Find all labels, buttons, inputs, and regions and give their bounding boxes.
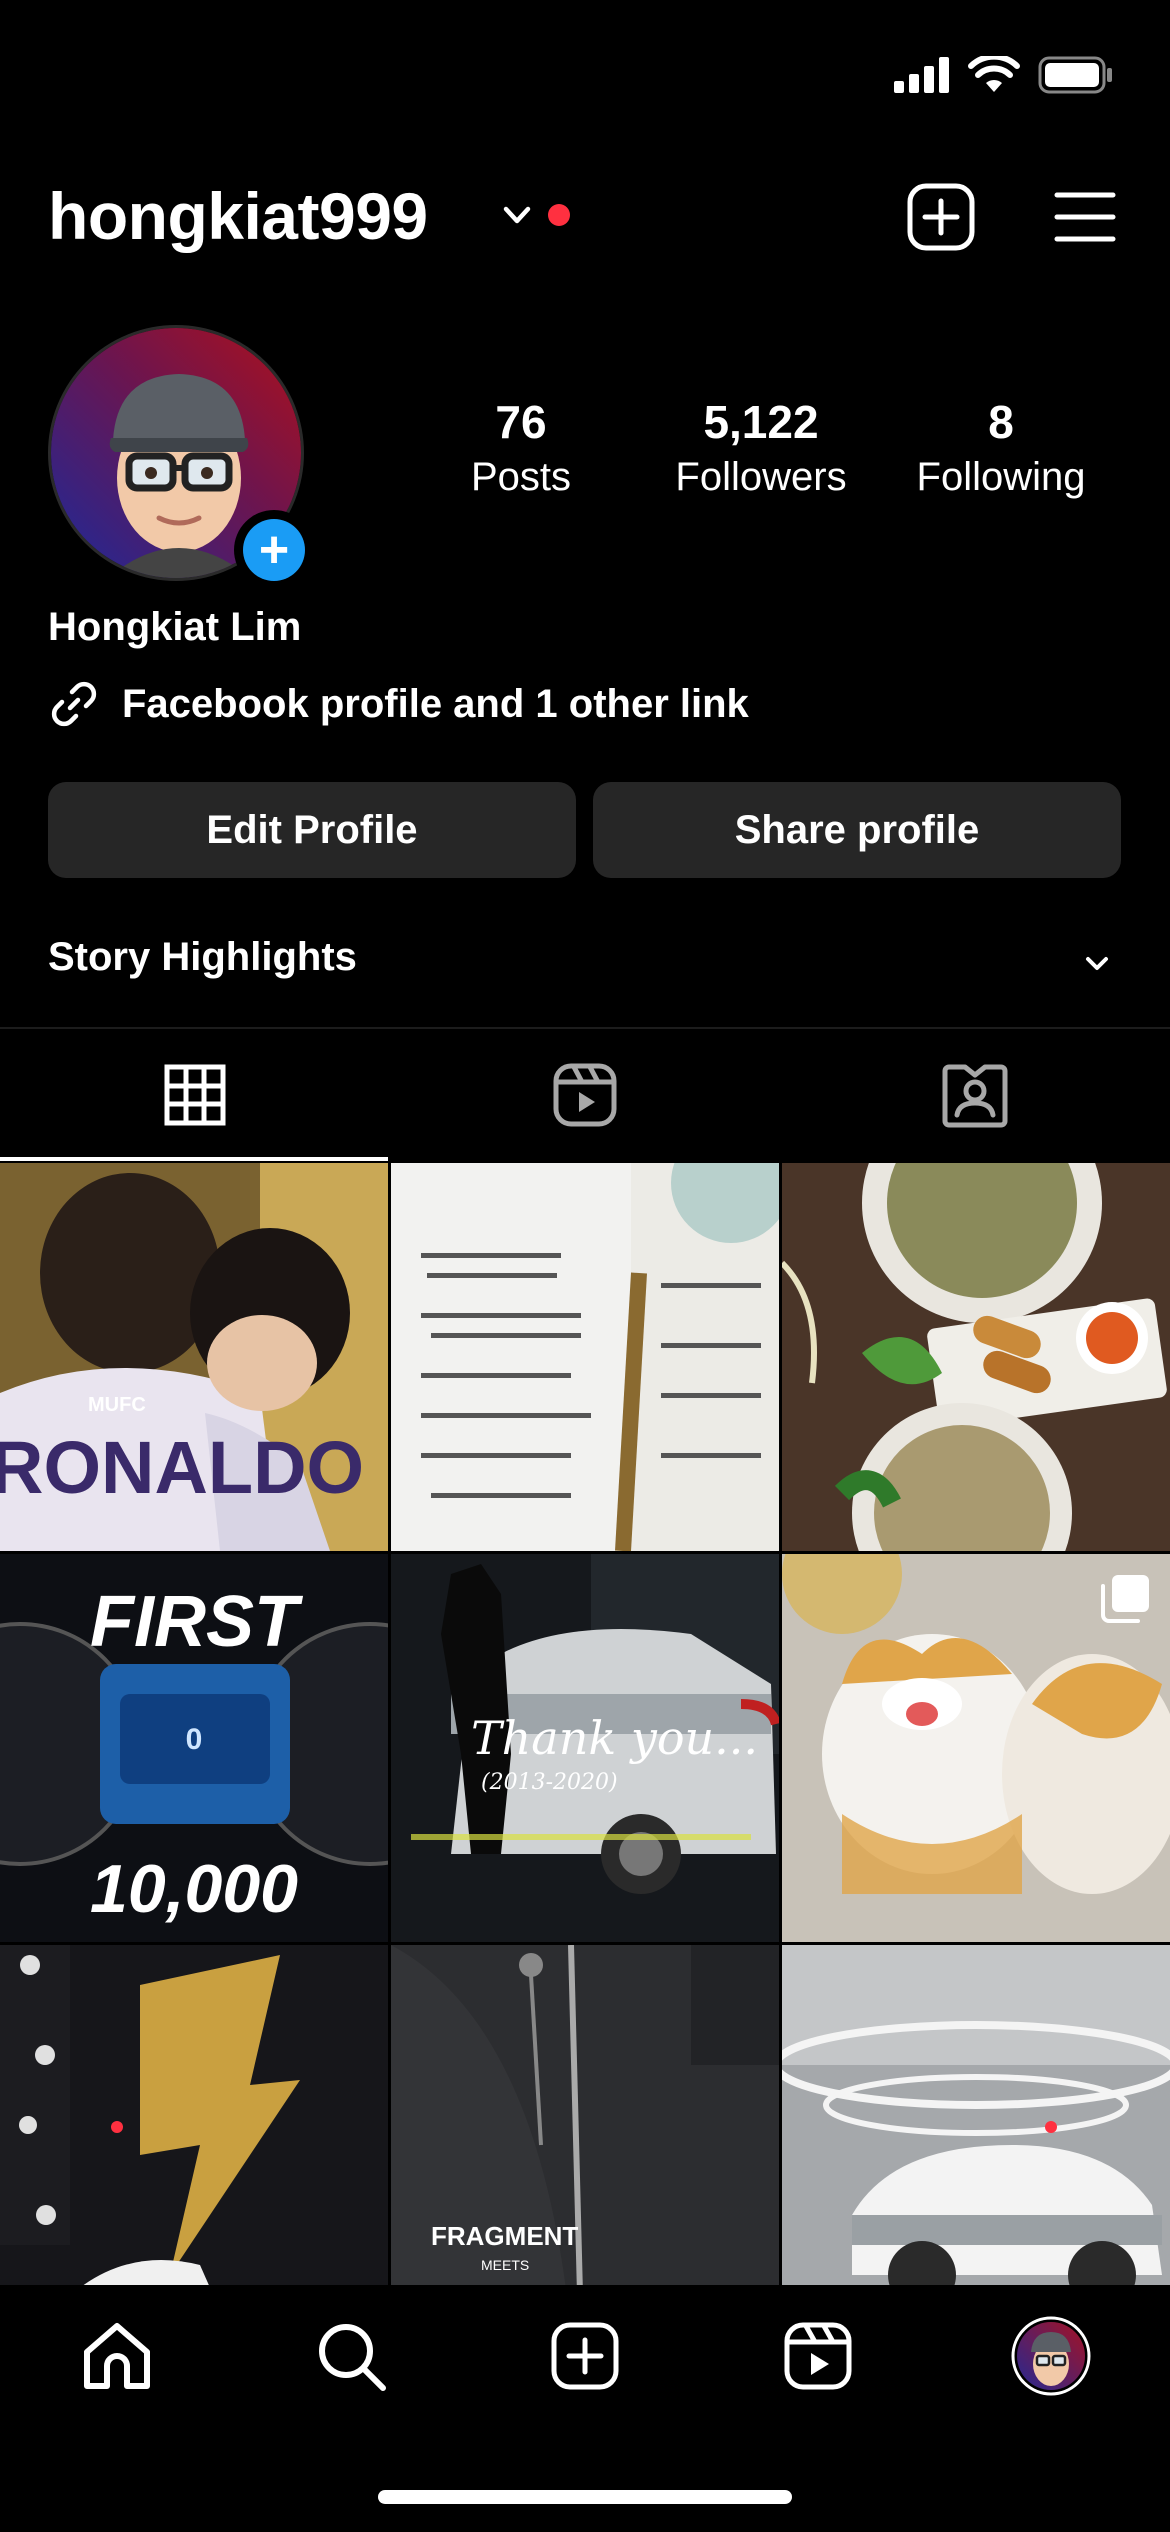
posts-grid: RONALDO MUFC 0 FIRST 10,000 Thank you...… xyxy=(0,1163,1170,2285)
post-image: RONALDO MUFC xyxy=(0,1163,388,1551)
post-image xyxy=(0,1945,388,2285)
tab-reels[interactable] xyxy=(390,1030,780,1160)
profile-links[interactable]: Facebook profile and 1 other link xyxy=(48,678,749,730)
nav-search[interactable] xyxy=(291,2296,411,2416)
notification-dot xyxy=(548,204,570,226)
add-story-button[interactable]: + xyxy=(234,510,314,590)
edit-profile-button[interactable]: Edit Profile xyxy=(48,782,576,878)
home-notification-dot xyxy=(111,2121,123,2133)
post-tile[interactable]: RONALDO MUFC xyxy=(0,1163,388,1551)
grid-icon xyxy=(164,1064,226,1126)
post-subtext: (2013-2020) xyxy=(481,1770,618,1795)
following-count: 8 xyxy=(988,396,1014,448)
profile-notification-dot xyxy=(1045,2121,1057,2133)
post-text: FIRST xyxy=(90,1582,304,1662)
nav-home[interactable] xyxy=(57,2296,177,2416)
post-subtext: 10,000 xyxy=(90,1851,298,1927)
post-text: RONALDO xyxy=(0,1426,364,1509)
posts-count: 76 xyxy=(495,396,547,448)
svg-text:0: 0 xyxy=(186,1723,203,1756)
battery-icon xyxy=(1038,56,1112,94)
home-icon xyxy=(84,2323,150,2389)
tab-grid[interactable] xyxy=(0,1030,390,1160)
post-image: FRAGMENT MEETS Maserati xyxy=(391,1945,779,2285)
post-subtext: MUFC xyxy=(88,1394,146,1416)
followers-count: 5,122 xyxy=(703,396,819,448)
post-image xyxy=(782,1163,1170,1551)
profile-header: hongkiat999 xyxy=(0,160,1170,270)
link-text[interactable]: Facebook profile and 1 other link xyxy=(122,682,749,727)
link-icon xyxy=(51,681,97,727)
posts-label: Posts xyxy=(470,455,572,499)
post-tile[interactable] xyxy=(782,1163,1170,1551)
username[interactable]: hongkiat999 xyxy=(48,178,428,254)
status-icons xyxy=(894,56,1114,94)
wifi-icon xyxy=(968,56,1020,92)
section-divider xyxy=(0,1027,1170,1029)
post-image xyxy=(391,1163,779,1551)
post-image: Thank you... (2013-2020) xyxy=(391,1554,779,1942)
post-image: 0 FIRST 10,000 xyxy=(0,1554,388,1942)
nav-reels[interactable] xyxy=(758,2296,878,2416)
post-tile[interactable]: FRAGMENT MEETS Maserati xyxy=(391,1945,779,2285)
post-text: FRAGMENT xyxy=(431,2221,578,2251)
posts-stat[interactable]: 76 Posts xyxy=(406,395,636,500)
reels-icon xyxy=(553,1063,617,1127)
profile-avatar-icon xyxy=(1011,2316,1091,2396)
post-image xyxy=(782,1945,1170,2285)
display-name: Hongkiat Lim xyxy=(48,605,302,649)
post-tile[interactable]: 0 FIRST 10,000 xyxy=(0,1554,388,1942)
plus-icon: + xyxy=(243,519,305,581)
cellular-signal-icon xyxy=(894,57,949,93)
reels-icon xyxy=(784,2322,852,2390)
search-icon xyxy=(319,2324,386,2391)
tab-tagged[interactable] xyxy=(780,1030,1170,1160)
active-tab-indicator xyxy=(0,1157,388,1161)
followers-label: Followers xyxy=(675,455,847,499)
share-profile-button[interactable]: Share profile xyxy=(593,782,1121,878)
post-tile[interactable] xyxy=(0,1945,388,2285)
tagged-icon xyxy=(942,1064,1008,1128)
post-tile[interactable] xyxy=(391,1163,779,1551)
home-indicator xyxy=(378,2490,792,2504)
post-subtext: MEETS xyxy=(481,2257,529,2273)
post-tile[interactable] xyxy=(782,1554,1170,1942)
status-bar xyxy=(0,0,1170,150)
following-label: Following xyxy=(916,455,1086,499)
followers-stat[interactable]: 5,122 Followers xyxy=(646,395,876,500)
post-tile[interactable]: Thank you... (2013-2020) xyxy=(391,1554,779,1942)
create-icon xyxy=(551,2322,619,2390)
nav-profile[interactable] xyxy=(991,2296,1111,2416)
nav-create[interactable] xyxy=(525,2296,645,2416)
menu-icon[interactable] xyxy=(1054,190,1116,244)
chevron-down-icon[interactable] xyxy=(500,198,534,232)
chevron-down-icon[interactable] xyxy=(1080,946,1114,980)
create-post-icon[interactable] xyxy=(906,182,976,252)
story-highlights-label[interactable]: Story Highlights xyxy=(48,935,357,980)
post-text: Thank you... xyxy=(471,1711,758,1765)
following-stat[interactable]: 8 Following xyxy=(886,395,1116,500)
post-tile[interactable] xyxy=(782,1945,1170,2285)
multiple-photos-icon xyxy=(1101,1575,1149,1623)
